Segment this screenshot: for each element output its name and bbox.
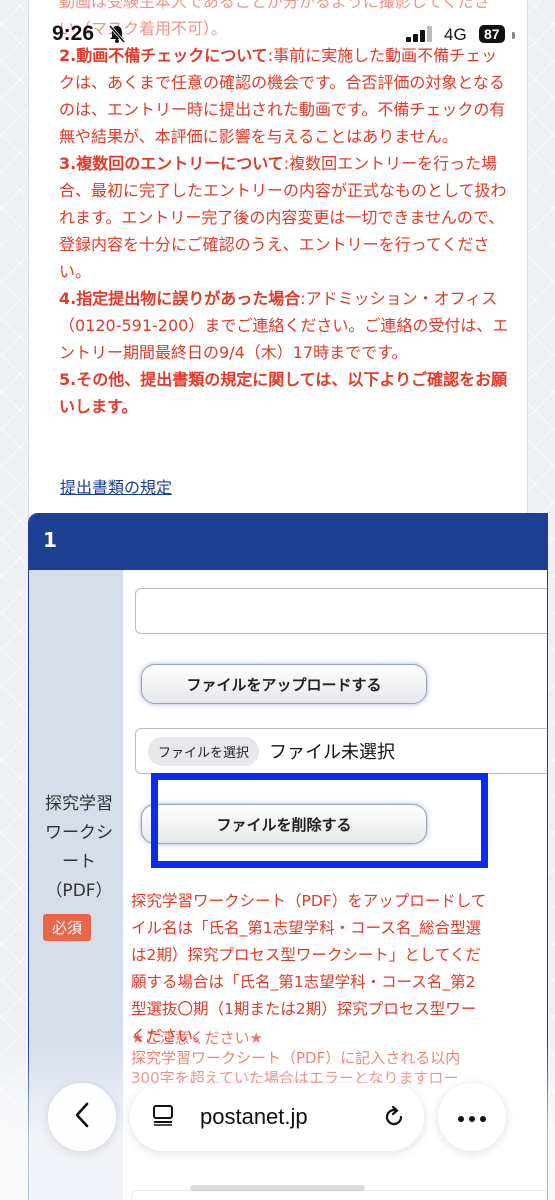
notice-item-3-body: :複数回エントリーを行った場合、最初に完了したエントリーの内容が正式なものとして… — [59, 154, 507, 281]
upload-file-button[interactable]: ファイルをアップロードする — [141, 664, 427, 704]
instruction-line: は2期）探究プロセス型ワークシート」としてくだ — [131, 946, 481, 964]
notice-item-2-title: 2.動画不備チェックについて — [59, 46, 268, 65]
highlight-box — [151, 773, 488, 868]
notice-item-3-title: 3.複数回のエントリーについて — [59, 154, 284, 173]
more-options-button[interactable] — [438, 1083, 506, 1151]
notice-line-0b: い（マスク着用不可）。 — [59, 19, 228, 38]
reload-icon[interactable] — [382, 1105, 406, 1133]
file-status-text: ファイル未選択 — [269, 742, 396, 763]
notice-item-4: 4.指定提出物に誤りがあった場合:アドミッション・オフィス（0120-591-2… — [59, 285, 509, 366]
notice-item-5: 5.その他、提出書類の規定に関しては、以下よりご確認をお願いします。 — [59, 366, 509, 420]
card-number: 1 — [43, 528, 57, 552]
filename-input[interactable] — [135, 588, 547, 634]
upload-instructions: 探究学習ワークシート（PDF）をアップロードして イル名は「氏名_第1志望学科・… — [131, 888, 547, 1050]
back-button[interactable] — [48, 1083, 116, 1151]
notice-item-2: 2.動画不備チェックについて:事前に実施した動画不備チェックは、あくまで任意の確… — [59, 42, 509, 150]
choose-file-button[interactable]: ファイルを選択 — [148, 736, 260, 766]
notice-item-5-text: 5.その他、提出書類の規定に関しては、以下よりご確認をお願いします。 — [59, 370, 508, 416]
instruction-line: イル名は「氏名_第1志望学科・コース名_総合型選 — [131, 919, 482, 937]
required-badge: 必須 — [43, 914, 92, 941]
instruction-line: 型選抜〇期（1期または2期）探究プロセス型ワー — [131, 1000, 477, 1018]
field-label: 探究学習ワークシート（PDF） — [45, 794, 113, 901]
card-header: 1 — [29, 514, 547, 570]
notice-item-3: 3.複数回のエントリーについて:複数回エントリーを行った場合、最初に完了したエン… — [59, 150, 509, 285]
notice-line-0: 動画は受験生本人であることが分かるように撮影してくださ — [59, 0, 490, 11]
reader-tabs-icon[interactable] — [152, 1104, 174, 1130]
caution-text: ★ご注意ください★ 探究学習ワークシート（PDF）に記入される以内 300字を超… — [131, 1028, 547, 1088]
instruction-line: 探究学習ワークシート（PDF）をアップロードして — [131, 892, 487, 910]
more-dots-icon — [457, 1108, 487, 1127]
file-input[interactable]: ファイルを選択 ファイル未選択 — [135, 728, 547, 774]
instruction-line: 願する場合は「氏名_第1志望学科・コース名_第2 — [131, 973, 476, 991]
notice-section: 動画は受験生本人であることが分かるように撮影してくださ い（マスク着用不可）。 … — [59, 0, 509, 420]
submission-rules-link[interactable]: 提出書類の規定 — [60, 474, 172, 498]
chevron-left-icon — [74, 1102, 90, 1132]
address-bar[interactable]: postanet.jp — [130, 1083, 424, 1151]
home-indicator — [190, 1185, 365, 1191]
caution-heading: ★ご注意ください★ — [131, 1029, 263, 1047]
lower-input-box[interactable] — [131, 1190, 547, 1200]
caution-line: 探究学習ワークシート（PDF）に記入される以内 — [131, 1049, 461, 1067]
notice-item-4-title: 4.指定提出物に誤りがあった場合 — [59, 289, 301, 308]
url-text: postanet.jp — [200, 1104, 308, 1129]
